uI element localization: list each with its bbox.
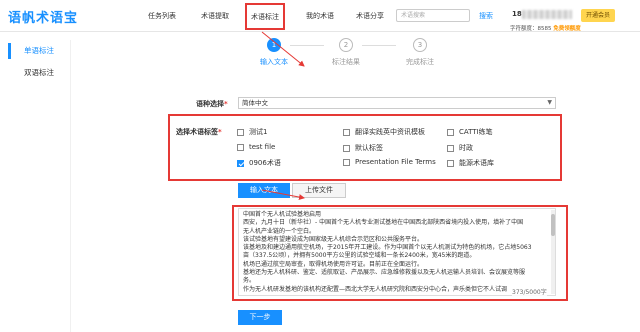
text-line: 亩（337.5公顷），并拥有5000平方公里的试验空域和一条长2400米，宽45… bbox=[243, 252, 476, 260]
checkbox-icon[interactable] bbox=[343, 144, 350, 152]
scrollbar-thumb[interactable] bbox=[551, 214, 555, 236]
user-id-masked bbox=[522, 10, 572, 19]
text-input-area[interactable]: 中国首个无人机试验基地启用 西安，九月十日（新华社）- 中国首个无人机专业测试基… bbox=[238, 208, 556, 296]
tag-checkbox-label: 0906术语 bbox=[249, 159, 281, 167]
free-quota-link[interactable]: 免费领额度 bbox=[553, 26, 581, 32]
tag-checkbox-label: test file bbox=[249, 143, 276, 151]
top-header: 语帆术语宝 任务列表 术语提取 术语标注 我的术语 术语分享 术语搜索 搜索 1… bbox=[0, 0, 640, 32]
tag-checkbox-4[interactable]: test file bbox=[237, 143, 275, 151]
app-logo[interactable]: 语帆术语宝 bbox=[8, 7, 78, 26]
tag-checkbox-label: 测试1 bbox=[249, 128, 268, 136]
language-label-text: 语种选择 bbox=[196, 100, 224, 108]
required-mark: * bbox=[224, 100, 228, 108]
tag-checkbox-label: Presentation File Terms bbox=[355, 158, 436, 166]
text-line: 基地还为无人机科研、鉴定、适航取证、产品展示、应急维修救援以及无人机运输人员培训… bbox=[243, 269, 526, 277]
tab-input-text[interactable]: 输入文本 bbox=[238, 183, 290, 198]
sidebar-item-monolingual[interactable]: 单语标注 bbox=[0, 40, 70, 62]
checkbox-icon[interactable] bbox=[343, 128, 350, 136]
required-mark: * bbox=[218, 128, 222, 136]
tag-checkbox-label: 时政 bbox=[459, 144, 473, 152]
tag-checkbox-label: 默认标签 bbox=[355, 144, 383, 152]
step-2-label: 标注结果 bbox=[332, 58, 360, 66]
text-line: 西安，九月十日（新华社）- 中国首个无人机专业测试基地在中国西北部陕西省境内投入… bbox=[243, 219, 524, 227]
nav-term-annotation[interactable]: 术语标注 bbox=[245, 3, 285, 30]
nav-task-list[interactable]: 任务列表 bbox=[148, 11, 176, 21]
checkbox-icon[interactable] bbox=[237, 143, 244, 151]
language-label: 语种选择* bbox=[196, 99, 228, 109]
tag-checkbox-2[interactable]: 翻译实践英中资讯模板 bbox=[343, 127, 425, 137]
tag-checkbox-8[interactable]: Presentation File Terms bbox=[343, 158, 436, 166]
search-input[interactable]: 术语搜索 bbox=[396, 9, 470, 22]
tag-label: 选择术语标签* bbox=[176, 127, 222, 137]
checkbox-icon[interactable] bbox=[447, 144, 454, 152]
chevron-down-icon: ▼ bbox=[547, 99, 552, 106]
nav-term-share[interactable]: 术语分享 bbox=[356, 11, 384, 21]
char-quota: 字符额度：8585 免费领额度 bbox=[510, 24, 581, 32]
next-button[interactable]: 下一步 bbox=[238, 310, 282, 325]
checkbox-checked-icon[interactable] bbox=[237, 159, 244, 167]
text-line: 该试验基地有望建设成为国家级无人机综合示范区和公共服务平台。 bbox=[243, 235, 424, 243]
checkbox-icon[interactable] bbox=[237, 128, 244, 136]
user-account[interactable]: 18 bbox=[512, 10, 522, 18]
text-line: 机场已通过航空局审查，取得机场使用许可证。目前正在全面运行。 bbox=[243, 260, 424, 268]
step-3-label: 完成标注 bbox=[406, 58, 434, 66]
tag-checkbox-1[interactable]: 测试1 bbox=[237, 127, 267, 137]
vip-button[interactable]: 开通会员 bbox=[581, 9, 615, 22]
checkbox-icon[interactable] bbox=[343, 158, 350, 166]
tag-checkbox-6[interactable]: 时政 bbox=[447, 143, 473, 153]
language-select-value: 简体中文 bbox=[242, 99, 268, 107]
tab-upload-file[interactable]: 上传文件 bbox=[292, 183, 346, 198]
tag-checkbox-7[interactable]: 0906术语 bbox=[237, 158, 281, 168]
tag-checkbox-3[interactable]: CATTI练笔 bbox=[447, 127, 493, 137]
checkbox-icon[interactable] bbox=[447, 159, 454, 167]
tag-checkbox-label: 翻译实践英中资讯模板 bbox=[355, 128, 425, 136]
search-button[interactable]: 搜索 bbox=[479, 11, 493, 21]
text-line: 无人机产业链的一个空白。 bbox=[243, 227, 316, 235]
char-quota-text: 字符额度：8585 bbox=[510, 26, 552, 32]
checkbox-icon[interactable] bbox=[447, 128, 454, 136]
tag-checkbox-9[interactable]: 能源术语库 bbox=[447, 158, 494, 168]
sidebar-item-bilingual[interactable]: 双语标注 bbox=[0, 62, 70, 84]
step-1-circle: 1 bbox=[267, 38, 281, 52]
step-2-circle: 2 bbox=[339, 38, 353, 52]
nav-term-extraction[interactable]: 术语提取 bbox=[201, 11, 229, 21]
step-3: 3 完成标注 bbox=[390, 38, 450, 67]
tag-checkbox-5[interactable]: 默认标签 bbox=[343, 143, 383, 153]
char-counter: 373/5000字 bbox=[512, 287, 547, 296]
step-1-label: 输入文本 bbox=[260, 58, 288, 66]
text-line: 作为无人机研发基地的该机构还配置—西北大学无人机研究院和西安分中心合，声乐类但它… bbox=[243, 285, 508, 293]
text-scrollbar[interactable] bbox=[551, 210, 555, 294]
language-select[interactable]: 简体中文 ▼ bbox=[238, 97, 556, 109]
sidebar-divider bbox=[70, 40, 71, 332]
text-line: 务。 bbox=[243, 277, 256, 285]
step-2: 2 标注结果 bbox=[316, 38, 376, 67]
tag-checkbox-label: CATTI练笔 bbox=[459, 128, 493, 136]
step-1: 1 输入文本 bbox=[244, 38, 304, 67]
sidebar: 单语标注 双语标注 bbox=[0, 40, 70, 84]
tag-checkbox-label: 能源术语库 bbox=[459, 159, 494, 167]
step-3-circle: 3 bbox=[413, 38, 427, 52]
tag-label-text: 选择术语标签 bbox=[176, 128, 218, 136]
nav-my-terms[interactable]: 我的术语 bbox=[306, 11, 334, 21]
